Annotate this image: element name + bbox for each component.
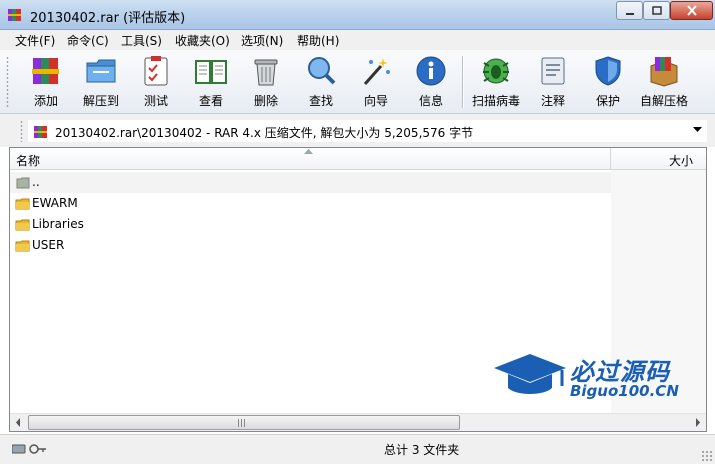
row-name: EWARM (32, 196, 78, 210)
list-item-folder[interactable]: Libraries (10, 214, 611, 235)
sfx-box-icon (650, 57, 678, 87)
address-bar: 20130402.rar\20130402 - RAR 4.x 压缩文件, 解包… (0, 114, 715, 147)
magnifier-icon (308, 57, 336, 85)
winrar-books-icon (8, 9, 21, 21)
wizard-button[interactable]: 向导 (348, 54, 404, 112)
find-label: 查找 (308, 94, 333, 108)
maximize-icon (651, 6, 662, 15)
sfx-label: 自解压格 (639, 94, 688, 108)
test-button[interactable]: 测试 (128, 54, 184, 112)
sfx-button[interactable]: 自解压格 (636, 54, 692, 112)
list-item-folder[interactable]: EWARM (10, 193, 611, 214)
test-label: 测试 (143, 94, 168, 108)
comment-button[interactable]: 注释 (525, 54, 581, 112)
column-name-label: 名称 (16, 154, 41, 168)
menu-bar: 文件(F) 命令(C) 工具(S) 收藏夹(O) 选项(N) 帮助(H) (0, 30, 715, 50)
address-grip[interactable] (20, 120, 23, 142)
minimize-button[interactable] (616, 1, 643, 20)
column-header-size[interactable]: 大小 (611, 148, 706, 170)
find-button[interactable]: 查找 (293, 54, 349, 112)
extract-folder-icon (86, 59, 116, 83)
virus-bug-icon (483, 58, 509, 84)
close-button[interactable] (670, 1, 713, 20)
toolbar: 添加 解压到 测试 查看 删除 查找 向导 信息 扫描病毒 注释 保护 自解压格 (0, 50, 715, 114)
title-bar: 20130402.rar (评估版本) (0, 0, 715, 30)
maximize-button[interactable] (643, 1, 670, 20)
menu-options[interactable]: 选项(N) (241, 32, 283, 49)
info-icon (416, 56, 446, 86)
scan-virus-button[interactable]: 扫描病毒 (468, 54, 524, 112)
address-field[interactable]: 20130402.rar\20130402 - RAR 4.x 压缩文件, 解包… (28, 120, 707, 142)
column-header-name[interactable]: 名称 (10, 148, 611, 170)
parent-folder-icon (16, 177, 30, 189)
magic-wand-icon (363, 58, 390, 85)
address-path: 20130402.rar\20130402 - RAR 4.x 压缩文件, 解包… (55, 126, 474, 140)
extract-to-label: 解压到 (82, 94, 119, 108)
trash-can-icon (254, 59, 278, 86)
menu-help[interactable]: 帮助(H) (297, 32, 339, 49)
graduation-cap-icon (494, 354, 566, 394)
column-size-label: 大小 (669, 154, 694, 168)
wizard-label: 向导 (363, 94, 388, 108)
row-name: USER (32, 238, 65, 252)
toolbar-separator (462, 56, 463, 108)
test-checklist-icon (144, 56, 168, 86)
list-item-folder[interactable]: USER (10, 235, 611, 256)
horizontal-scrollbar[interactable] (10, 413, 706, 431)
add-label: 添加 (33, 94, 58, 108)
archive-icon (34, 126, 47, 138)
status-bar: 总计 3 文件夹 (0, 434, 715, 464)
add-button[interactable]: 添加 (18, 54, 74, 112)
scroll-left-icon[interactable] (10, 414, 27, 431)
comment-notepad-icon (541, 57, 565, 85)
folder-icon (15, 219, 30, 231)
add-archive-icon (32, 58, 59, 84)
watermark-en: Biguo100.CN (570, 382, 679, 400)
chevron-down-icon[interactable] (693, 127, 702, 133)
menu-tools[interactable]: 工具(S) (121, 32, 162, 49)
shield-icon (595, 56, 621, 86)
info-label: 信息 (418, 94, 443, 108)
minimize-icon (625, 13, 634, 15)
protect-label: 保护 (595, 94, 620, 108)
folder-icon (15, 240, 30, 252)
folder-icon (15, 198, 30, 210)
drive-key-icon (12, 444, 46, 454)
delete-label: 删除 (253, 94, 278, 108)
row-name: .. (32, 175, 40, 189)
sort-ascending-icon (304, 149, 313, 154)
scroll-right-icon[interactable] (689, 414, 706, 431)
row-name: Libraries (32, 217, 84, 231)
window-title: 20130402.rar (评估版本) (30, 11, 186, 26)
view-label: 查看 (198, 94, 223, 108)
view-button[interactable]: 查看 (183, 54, 239, 112)
info-button[interactable]: 信息 (403, 54, 459, 112)
list-item-parent[interactable]: .. (10, 172, 611, 193)
scan-virus-label: 扫描病毒 (471, 94, 520, 108)
menu-favorites[interactable]: 收藏夹(O) (175, 32, 230, 49)
view-book-icon (195, 60, 227, 84)
status-text: 总计 3 文件夹 (384, 443, 460, 457)
menu-commands[interactable]: 命令(C) (67, 32, 109, 49)
comment-label: 注释 (540, 94, 565, 108)
protect-button[interactable]: 保护 (580, 54, 636, 112)
extract-to-button[interactable]: 解压到 (73, 54, 129, 112)
watermark: 必过源码 Biguo100.CN (490, 350, 700, 410)
menu-file[interactable]: 文件(F) (15, 32, 55, 49)
toolbar-grip[interactable] (6, 56, 9, 108)
scrollbar-thumb[interactable] (28, 415, 460, 430)
close-icon (686, 5, 697, 16)
resize-grip[interactable] (701, 450, 713, 462)
delete-button[interactable]: 删除 (238, 54, 294, 112)
